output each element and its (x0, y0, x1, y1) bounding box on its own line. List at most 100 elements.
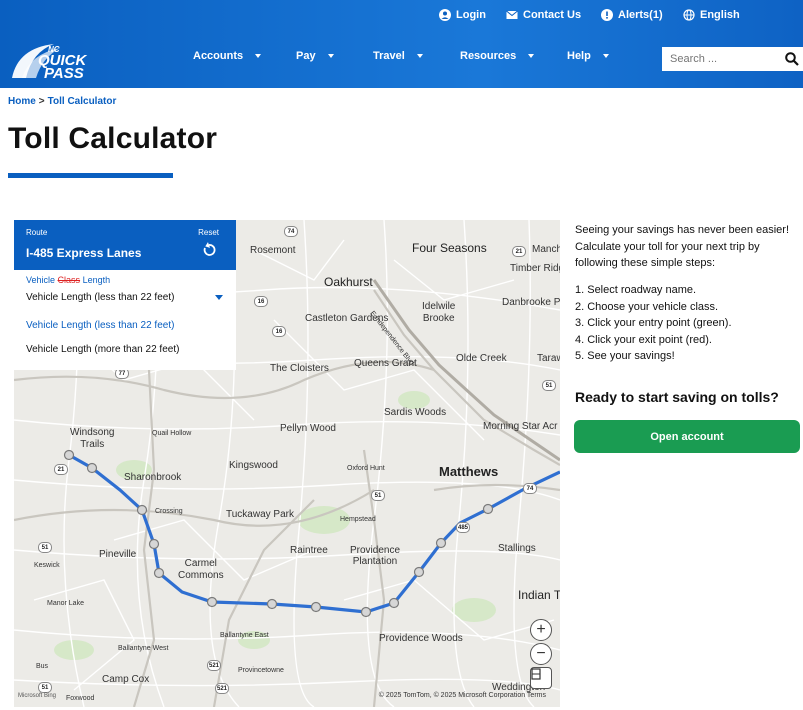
map-label: Idelwile Brooke (422, 301, 456, 324)
nav-help[interactable]: Help (567, 50, 609, 62)
vehicle-option-long[interactable]: Vehicle Length (more than 22 feet) (26, 344, 179, 355)
nav-help-label: Help (567, 50, 591, 62)
map-label: Queens Grant (354, 358, 417, 369)
breadcrumb-separator: > (38, 96, 45, 107)
map-label: Timber Ridg (510, 263, 560, 274)
nav-travel-label: Travel (373, 50, 405, 62)
waypoint[interactable] (148, 538, 160, 550)
map-label: Quail Hollow (152, 430, 192, 437)
map-label: Ballantyne West (118, 645, 169, 652)
waypoint[interactable] (86, 462, 98, 474)
breadcrumb-home[interactable]: Home (8, 96, 36, 107)
plus-icon: + (536, 621, 546, 638)
reset-icon[interactable] (201, 242, 217, 258)
nav-resources[interactable]: Resources (460, 50, 535, 62)
language-label: English (700, 9, 740, 21)
map-label: Manor Lake (47, 600, 84, 607)
route-shield: 21 (512, 246, 526, 257)
map-label: Windsong Trails (70, 427, 115, 450)
globe-icon (683, 9, 695, 21)
nav-accounts-label: Accounts (193, 50, 244, 62)
intro-text: Seeing your savings has never been easie… (575, 224, 790, 269)
site-header: Login Contact Us Alerts(1) English NC QU… (0, 0, 803, 88)
map-label: Providence Plantation (350, 545, 401, 567)
map-label: Four Seasons (412, 241, 487, 255)
vehicle-length-select[interactable]: Vehicle Length (less than 22 feet) (26, 292, 174, 303)
map-label: Keswick (34, 562, 60, 569)
waypoint[interactable] (310, 601, 322, 613)
map-label: Sharonbrook (124, 472, 182, 483)
envelope-icon (506, 10, 518, 19)
map-label: Camp Cox (102, 674, 150, 685)
waypoint[interactable] (136, 504, 148, 516)
waypoint[interactable] (388, 597, 400, 609)
map-label: Provincetowne (238, 667, 284, 674)
map-label: Bus (36, 663, 49, 670)
map-label: Danbrooke P (502, 297, 560, 308)
contact-link[interactable]: Contact Us (506, 9, 581, 21)
route-selector-panel: Route Reset I-485 Express Lanes (14, 220, 236, 270)
title-underline (8, 173, 173, 178)
waypoint[interactable] (435, 537, 447, 549)
open-account-button[interactable]: Open account (574, 420, 800, 453)
chevron-down-icon[interactable] (215, 295, 223, 300)
route-shield: 51 (38, 542, 52, 553)
waypoint[interactable] (63, 449, 75, 461)
waypoint[interactable] (413, 566, 425, 578)
vehicle-length-dropdown: Vehicle Class Length Vehicle Length (les… (14, 270, 236, 370)
nav-resources-label: Resources (460, 50, 517, 62)
map-label: Taraw (537, 353, 560, 364)
login-link[interactable]: Login (439, 9, 486, 21)
nav-accounts[interactable]: Accounts (193, 50, 262, 62)
search-input[interactable] (662, 47, 780, 71)
map-style-button[interactable] (530, 667, 552, 689)
alerts-link[interactable]: Alerts(1) (601, 9, 663, 21)
language-selector[interactable]: English (683, 9, 740, 21)
map-label: Manch (532, 244, 560, 255)
vehicle-label-length: Length (82, 275, 111, 285)
map-label: Matthews (439, 464, 499, 479)
vehicle-label-word: Vehicle (26, 275, 56, 285)
layers-icon (531, 668, 541, 680)
search-button[interactable] (780, 47, 803, 71)
vehicle-option-short[interactable]: Vehicle Length (less than 22 feet) (26, 320, 174, 331)
nc-quick-pass-logo[interactable]: NC QUICK PASS (8, 38, 136, 80)
page-title: Toll Calculator (8, 122, 218, 155)
map-attribution[interactable]: © 2025 TomTom, © 2025 Microsoft Corporat… (379, 692, 546, 699)
route-shield: 21 (54, 464, 68, 475)
waypoint[interactable] (266, 598, 278, 610)
breadcrumb-current[interactable]: Toll Calculator (48, 96, 117, 107)
zoom-in-button[interactable]: + (530, 619, 552, 641)
waypoint[interactable] (482, 503, 494, 515)
minus-icon: − (536, 645, 546, 662)
steps-list: 1. Select roadway name. 2. Choose your v… (575, 282, 797, 365)
reset-button[interactable]: Reset (198, 228, 219, 237)
zoom-out-button[interactable]: − (530, 643, 552, 665)
route-shield: 51 (38, 682, 52, 693)
map-label: Providence Woods (379, 633, 463, 644)
map-label: Indian T (518, 588, 560, 602)
vehicle-length-label: Vehicle Class Length (26, 275, 110, 285)
chevron-down-icon (255, 54, 262, 58)
step-item: 3. Click your entry point (green). (575, 317, 732, 329)
route-shield: 521 (207, 660, 221, 671)
waypoint[interactable] (206, 596, 218, 608)
map-label: Crossing (155, 508, 183, 515)
map-label: Stallings (498, 543, 536, 554)
vehicle-label-struck: Class (57, 275, 81, 285)
breadcrumb: Home > Toll Calculator (8, 96, 116, 107)
route-shield: 74 (523, 483, 537, 494)
step-item: 1. Select roadway name. (575, 284, 697, 296)
alert-icon (601, 9, 613, 21)
map-label: Olde Creek (456, 353, 507, 364)
nav-pay[interactable]: Pay (296, 50, 334, 62)
nav-travel[interactable]: Travel (373, 50, 423, 62)
waypoint[interactable] (153, 567, 165, 579)
route-name-select[interactable]: I-485 Express Lanes (26, 246, 141, 260)
search-icon (784, 52, 799, 66)
route-shield: 485 (456, 522, 470, 533)
map-label: Carmel Commons (178, 558, 224, 581)
step-item: 2. Choose your vehicle class. (575, 300, 719, 313)
waypoint[interactable] (360, 606, 372, 618)
chevron-down-icon (416, 54, 423, 58)
